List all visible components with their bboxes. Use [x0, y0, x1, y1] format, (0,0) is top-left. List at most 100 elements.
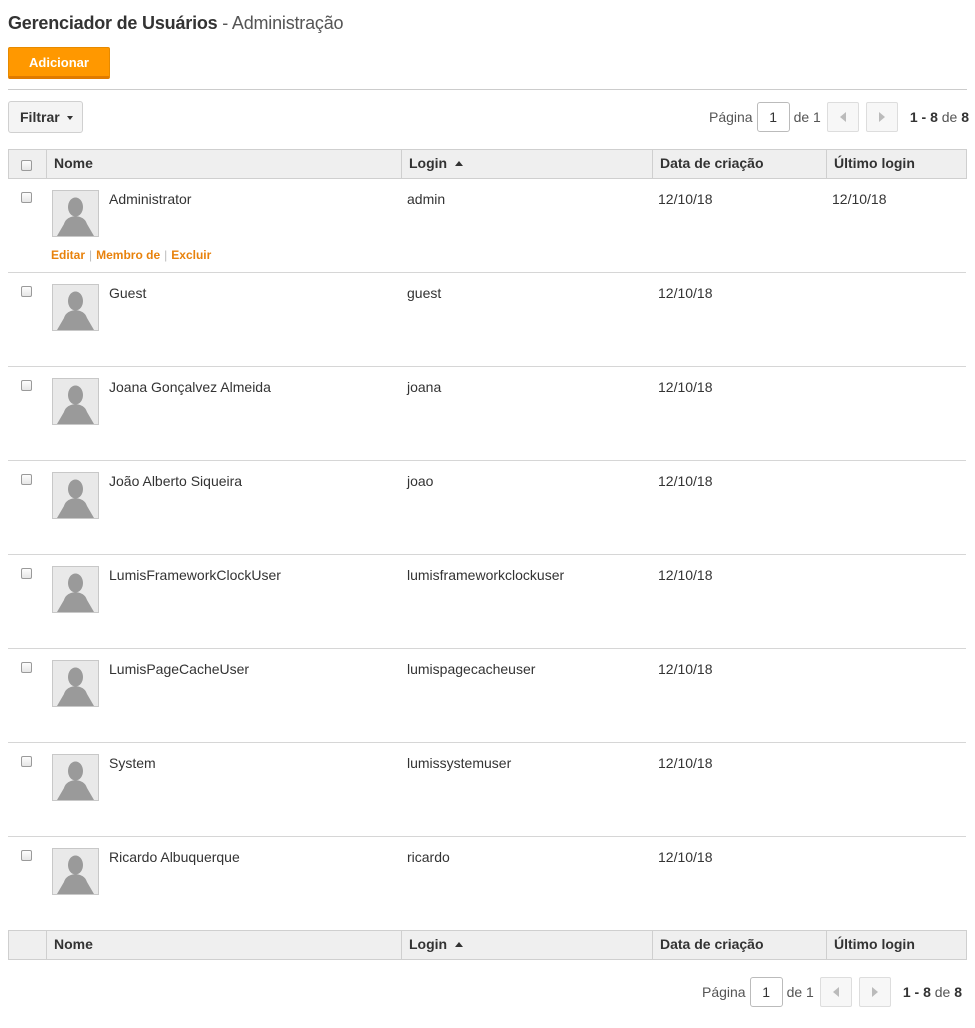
- row-checkbox[interactable]: [21, 850, 32, 861]
- caret-down-icon: [67, 116, 73, 120]
- chevron-left-icon: [832, 987, 839, 997]
- user-login: lumissystemuser: [407, 755, 512, 771]
- column-login[interactable]: Login: [401, 150, 652, 178]
- pagination-bottom: Página de 1 1 - 8 de 8: [702, 976, 962, 1008]
- row-checkbox[interactable]: [21, 756, 32, 767]
- row-checkbox[interactable]: [21, 380, 32, 391]
- user-login: lumisframeworkclockuser: [407, 567, 565, 583]
- delete-link[interactable]: Excluir: [171, 248, 211, 262]
- user-created-date: 12/10/18: [658, 473, 713, 489]
- user-avatar-icon: [52, 848, 99, 895]
- action-separator: |: [164, 248, 168, 262]
- footer-empty-cell: [9, 931, 46, 959]
- user-avatar-icon: [52, 660, 99, 707]
- footer-column-login[interactable]: Login: [401, 931, 652, 959]
- sort-ascending-icon: [455, 161, 464, 166]
- footer-column-last-login[interactable]: Último login: [826, 931, 966, 959]
- user-login: joao: [407, 473, 434, 489]
- chevron-right-icon: [878, 112, 885, 122]
- prev-page-button[interactable]: [819, 977, 852, 1007]
- user-created-date: 12/10/18: [658, 379, 713, 395]
- range-of: de: [934, 984, 951, 1000]
- user-avatar-icon: [52, 472, 99, 519]
- column-name[interactable]: Nome: [46, 150, 401, 178]
- page-number-input[interactable]: [749, 977, 783, 1007]
- table-row[interactable]: LumisFrameworkClockUser lumisframeworkclo…: [8, 555, 966, 649]
- column-last-login[interactable]: Último login: [826, 150, 966, 178]
- range-of: de: [941, 109, 958, 125]
- page-label: Página: [702, 984, 746, 1000]
- results-range: 1 - 8 de 8: [903, 984, 962, 1000]
- user-name: System: [109, 755, 156, 771]
- next-page-button[interactable]: [858, 977, 891, 1007]
- user-login: ricardo: [407, 849, 450, 865]
- table-row[interactable]: Administrator admin 12/10/18 12/10/18 Editar…: [8, 179, 966, 273]
- table-footer-header: Nome Login Data de criação Último login: [8, 930, 967, 960]
- table-header: Nome Login Data de criação Último login: [8, 149, 967, 179]
- chevron-right-icon: [871, 987, 878, 997]
- row-checkbox[interactable]: [21, 568, 32, 579]
- page-number-input[interactable]: [756, 102, 790, 132]
- table-row[interactable]: Guest guest 12/10/18: [8, 273, 966, 367]
- divider: [8, 89, 967, 90]
- user-avatar-icon: [52, 754, 99, 801]
- results-range: 1 - 8 de 8: [910, 109, 969, 125]
- table-row[interactable]: João Alberto Siqueira joao 12/10/18: [8, 461, 966, 555]
- user-last-login: 12/10/18: [832, 191, 887, 207]
- user-name: Joana Gonçalvez Almeida: [109, 379, 271, 395]
- row-checkbox[interactable]: [21, 662, 32, 673]
- next-page-button[interactable]: [865, 102, 898, 132]
- title-separator: -: [217, 13, 232, 33]
- user-name: João Alberto Siqueira: [109, 473, 243, 489]
- user-created-date: 12/10/18: [658, 661, 713, 677]
- range-value: 1 - 8: [909, 109, 938, 125]
- action-separator: |: [89, 248, 93, 262]
- footer-column-name[interactable]: Nome: [46, 931, 401, 959]
- user-name: LumisPageCacheUser: [109, 661, 250, 677]
- user-created-date: 12/10/18: [658, 755, 713, 771]
- page-title: Gerenciador de Usuários - Administração: [8, 13, 344, 34]
- table-row[interactable]: LumisPageCacheUser lumispagecacheuser 12/1…: [8, 649, 966, 743]
- user-avatar-icon: [52, 566, 99, 613]
- user-login: lumispagecacheuser: [407, 661, 536, 677]
- row-checkbox[interactable]: [21, 286, 32, 297]
- page-count: de 1: [793, 109, 821, 125]
- table-row[interactable]: System lumissystemuser 12/10/18: [8, 743, 966, 837]
- user-name: Ricardo Albuquerque: [109, 849, 240, 865]
- range-value: 1 - 8: [902, 984, 931, 1000]
- range-total: 8: [961, 109, 970, 125]
- user-name: LumisFrameworkClockUser: [109, 567, 281, 583]
- footer-column-created[interactable]: Data de criação: [652, 931, 826, 959]
- user-created-date: 12/10/18: [658, 285, 713, 301]
- page-count: de 1: [786, 984, 814, 1000]
- chevron-left-icon: [839, 112, 846, 122]
- column-login-label: Login: [409, 155, 448, 171]
- user-avatar-icon: [52, 190, 99, 237]
- column-created[interactable]: Data de criação: [652, 150, 826, 178]
- user-login: admin: [407, 191, 446, 207]
- row-checkbox[interactable]: [21, 192, 32, 203]
- filter-label: Filtrar: [20, 109, 60, 125]
- table-row[interactable]: Joana Gonçalvez Almeida joana 12/10/18: [8, 367, 966, 461]
- app-title: Gerenciador de Usuários: [8, 13, 218, 33]
- select-all-cell: [9, 150, 46, 178]
- user-name: Guest: [109, 285, 147, 301]
- add-user-button[interactable]: Adicionar: [8, 47, 110, 79]
- select-all-checkbox[interactable]: [21, 160, 32, 171]
- user-avatar-icon: [52, 284, 99, 331]
- pagination-top: Página de 1 1 - 8 de 8: [709, 101, 969, 133]
- footer-column-login-label: Login: [409, 936, 448, 952]
- edit-link[interactable]: Editar: [51, 248, 85, 262]
- prev-page-button[interactable]: [826, 102, 859, 132]
- member-of-link[interactable]: Membro de: [96, 248, 160, 262]
- table-row[interactable]: Ricardo Albuquerque ricardo 12/10/18: [8, 837, 966, 931]
- filter-button[interactable]: Filtrar: [8, 101, 83, 133]
- user-created-date: 12/10/18: [658, 849, 713, 865]
- range-total: 8: [954, 984, 963, 1000]
- user-login: guest: [407, 285, 442, 301]
- user-created-date: 12/10/18: [658, 567, 713, 583]
- sort-ascending-icon: [455, 942, 464, 947]
- user-created-date: 12/10/18: [658, 191, 713, 207]
- row-checkbox[interactable]: [21, 474, 32, 485]
- user-avatar-icon: [52, 378, 99, 425]
